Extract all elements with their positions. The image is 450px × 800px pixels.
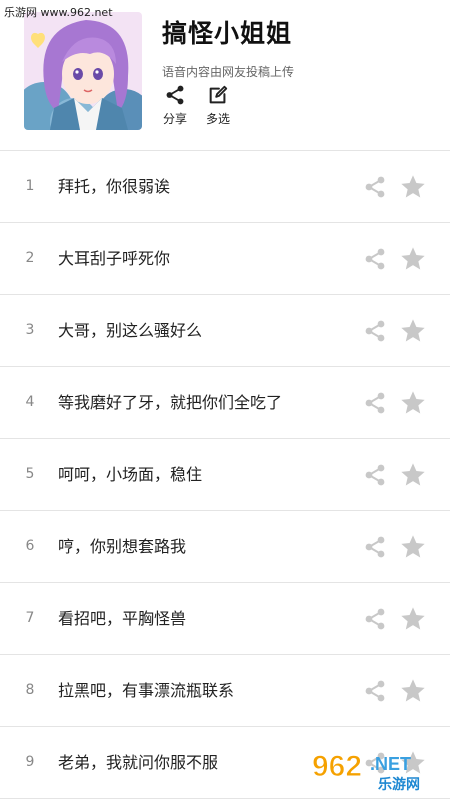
album-header: 搞怪小姐姐 语音内容由网友投稿上传 分享 多选 bbox=[0, 0, 450, 150]
album-subtitle: 语音内容由网友投稿上传 bbox=[162, 65, 295, 79]
share-icon[interactable] bbox=[363, 175, 387, 199]
item-index: 1 bbox=[25, 178, 35, 194]
app-screen: 乐游网 www.962.net 搞怪小姐姐 语音内容由网友投稿上传 分享 多选 … bbox=[0, 0, 450, 800]
logo-number: 962 bbox=[312, 750, 362, 783]
list-item[interactable]: 1 拜托，你很弱诶 bbox=[0, 151, 450, 223]
album-title: 搞怪小姐姐 bbox=[162, 19, 293, 48]
item-index: 7 bbox=[25, 610, 35, 626]
item-title: 看招吧，平胸怪兽 bbox=[58, 609, 187, 628]
item-index: 4 bbox=[25, 394, 35, 410]
star-icon[interactable] bbox=[399, 461, 427, 489]
list-item[interactable]: 5 呵呵，小场面，稳住 bbox=[0, 439, 450, 511]
item-title: 拉黑吧，有事漂流瓶联系 bbox=[58, 681, 235, 700]
list-item[interactable]: 3 大哥，别这么骚好么 bbox=[0, 295, 450, 367]
multi-select-label: 多选 bbox=[205, 112, 230, 126]
item-title: 老弟，我就问你服不服 bbox=[58, 753, 219, 772]
star-icon[interactable] bbox=[399, 533, 427, 561]
star-icon[interactable] bbox=[399, 317, 427, 345]
edit-icon bbox=[209, 85, 228, 104]
item-title: 大耳刮子呼死你 bbox=[58, 249, 171, 268]
logo-net: .NET bbox=[370, 754, 411, 774]
item-index: 3 bbox=[25, 322, 35, 338]
star-icon[interactable] bbox=[399, 605, 427, 633]
item-title: 大哥，别这么骚好么 bbox=[58, 321, 203, 340]
star-icon[interactable] bbox=[399, 389, 427, 417]
share-icon[interactable] bbox=[363, 319, 387, 343]
item-index: 8 bbox=[25, 682, 35, 698]
item-index: 2 bbox=[25, 250, 35, 266]
star-icon[interactable] bbox=[399, 173, 427, 201]
list-item[interactable]: 4 等我磨好了牙，就把你们全吃了 bbox=[0, 367, 450, 439]
share-icon[interactable] bbox=[363, 607, 387, 631]
site-logo-watermark: 962 .NET 乐游网 bbox=[312, 750, 421, 794]
share-label: 分享 bbox=[162, 112, 187, 126]
item-title: 哼，你别想套路我 bbox=[58, 537, 187, 556]
list-item[interactable]: 7 看招吧，平胸怪兽 bbox=[0, 583, 450, 655]
share-icon[interactable] bbox=[363, 535, 387, 559]
item-index: 5 bbox=[25, 466, 35, 482]
logo-cn: 乐游网 bbox=[378, 776, 420, 793]
share-icon[interactable] bbox=[363, 463, 387, 487]
star-icon[interactable] bbox=[399, 245, 427, 273]
share-button[interactable]: 分享 bbox=[158, 84, 192, 127]
share-icon[interactable] bbox=[363, 247, 387, 271]
list-item[interactable]: 2 大耳刮子呼死你 bbox=[0, 223, 450, 295]
item-index: 6 bbox=[25, 538, 35, 554]
album-cover-image bbox=[24, 12, 142, 130]
star-icon[interactable] bbox=[399, 677, 427, 705]
share-icon[interactable] bbox=[363, 391, 387, 415]
share-icon bbox=[166, 85, 184, 105]
list-item[interactable]: 6 哼，你别想套路我 bbox=[0, 511, 450, 583]
item-index: 9 bbox=[25, 754, 35, 770]
voice-list: 1 拜托，你很弱诶 2 大耳刮子呼死你 3 大哥，别这么骚好么 4 等我磨好了牙… bbox=[0, 151, 450, 799]
site-watermark: 乐游网 www.962.net bbox=[4, 6, 113, 19]
multi-select-button[interactable]: 多选 bbox=[201, 84, 235, 127]
share-icon[interactable] bbox=[363, 679, 387, 703]
item-title: 拜托，你很弱诶 bbox=[58, 177, 171, 196]
item-title: 呵呵，小场面，稳住 bbox=[58, 465, 203, 484]
list-item[interactable]: 8 拉黑吧，有事漂流瓶联系 bbox=[0, 655, 450, 727]
item-title: 等我磨好了牙，就把你们全吃了 bbox=[58, 393, 283, 412]
